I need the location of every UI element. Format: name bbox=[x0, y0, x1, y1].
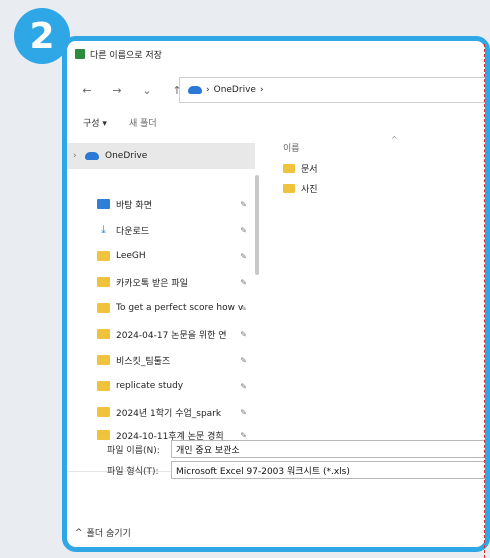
pin-icon: ✎ bbox=[240, 329, 247, 339]
file-row[interactable]: 문서 bbox=[283, 159, 318, 177]
file-name: 문서 bbox=[301, 164, 318, 175]
sidebar-scrollbar[interactable] bbox=[255, 175, 259, 275]
pin-icon: ✎ bbox=[240, 381, 247, 391]
sidebar-item-label: 비스킷_팀툴즈 bbox=[116, 356, 171, 367]
sidebar-item-replicate-study[interactable]: replicate study ✎ bbox=[67, 373, 255, 399]
hide-folders-label: 폴더 숨기기 bbox=[86, 529, 131, 539]
column-header-name[interactable]: 이름 bbox=[283, 141, 300, 154]
sidebar-item-onedrive[interactable]: › OneDrive bbox=[67, 143, 255, 169]
onedrive-cloud-icon bbox=[85, 152, 99, 160]
sidebar-item-biscuit[interactable]: 비스킷_팀툴즈 ✎ bbox=[67, 347, 255, 373]
sidebar-item-leegh[interactable]: LeeGH ✎ bbox=[67, 243, 255, 269]
title-bar: 다른 이름으로 저장 bbox=[67, 41, 485, 67]
chevron-up-icon: ^ bbox=[75, 527, 83, 538]
address-chevron-icon[interactable]: › bbox=[260, 85, 264, 95]
folder-icon bbox=[97, 277, 110, 287]
window-title: 다른 이름으로 저장 bbox=[90, 50, 162, 61]
pin-icon: ✎ bbox=[240, 407, 247, 417]
folder-icon bbox=[97, 355, 110, 365]
file-row[interactable]: 사진 bbox=[283, 179, 318, 197]
filename-input[interactable]: 개인 중요 보관소 bbox=[171, 440, 485, 458]
desktop-icon bbox=[97, 199, 110, 209]
organize-button[interactable]: 구성 ▾ bbox=[83, 116, 107, 129]
filename-label: 파일 이름(N): bbox=[107, 445, 160, 456]
address-separator: › bbox=[206, 85, 210, 95]
folder-icon bbox=[97, 251, 110, 261]
back-button[interactable]: ← bbox=[81, 84, 93, 97]
sidebar-item-label: 2024년 1학기 수업_spark bbox=[116, 408, 222, 419]
filetype-row: 파일 형식(T): Microsoft Excel 97-2003 워크시트 (… bbox=[107, 461, 485, 479]
new-folder-button[interactable]: 새 폴더 bbox=[129, 116, 157, 129]
excel-app-icon bbox=[75, 49, 85, 59]
pin-icon: ✎ bbox=[240, 355, 247, 365]
onedrive-cloud-icon bbox=[188, 86, 202, 94]
folder-icon bbox=[97, 381, 110, 391]
save-as-dialog: 다른 이름으로 저장 ← → ⌄ ↑ › OneDrive › 구성 ▾ 새 폴… bbox=[62, 36, 490, 552]
address-location[interactable]: OneDrive bbox=[214, 85, 256, 95]
folder-icon bbox=[283, 183, 295, 193]
sidebar-item-paper-research[interactable]: 2024-04-17 논문을 위한 연 ✎ bbox=[67, 321, 255, 347]
sidebar-item-label: 바탕 화면 bbox=[116, 200, 152, 211]
sidebar-item-label: OneDrive bbox=[105, 151, 148, 161]
sidebar-item-downloads[interactable]: ⤓ 다운로드 ✎ bbox=[67, 217, 255, 243]
pin-icon: ✎ bbox=[240, 251, 247, 261]
pin-icon: ✎ bbox=[240, 303, 247, 313]
recent-locations-button[interactable]: ⌄ bbox=[141, 84, 153, 97]
sidebar-item-label: LeeGH bbox=[116, 251, 146, 261]
folder-icon bbox=[97, 329, 110, 339]
sidebar-item-label: replicate study bbox=[116, 381, 184, 391]
sidebar-item-label: 다운로드 bbox=[116, 226, 150, 237]
folder-icon bbox=[97, 303, 110, 313]
pin-icon: ✎ bbox=[240, 225, 247, 235]
pin-icon: ✎ bbox=[240, 277, 247, 287]
forward-button[interactable]: → bbox=[111, 84, 123, 97]
sort-caret-icon: ^ bbox=[391, 135, 398, 144]
sidebar-item-label: 카카오톡 받은 파일 bbox=[116, 278, 188, 289]
sidebar-item-perfect-score[interactable]: To get a perfect score how v ✎ bbox=[67, 295, 255, 321]
filetype-label: 파일 형식(T): bbox=[107, 466, 159, 477]
sidebar-item-desktop[interactable]: 바탕 화면 ✎ bbox=[67, 191, 255, 217]
sidebar-item-label: 2024-04-17 논문을 위한 연 bbox=[116, 330, 227, 341]
navigation-pane: › OneDrive 바탕 화면 ✎ ⤓ 다운로드 ✎ LeeGH ✎ 카카오톡… bbox=[67, 133, 255, 471]
pin-icon: ✎ bbox=[240, 430, 247, 440]
folder-icon bbox=[97, 430, 110, 440]
sidebar-item-spark[interactable]: 2024년 1학기 수업_spark ✎ bbox=[67, 399, 255, 425]
folder-icon bbox=[97, 407, 110, 417]
expand-chevron-icon[interactable]: › bbox=[73, 151, 77, 161]
step-number-badge: 2 bbox=[14, 8, 70, 64]
filetype-select[interactable]: Microsoft Excel 97-2003 워크시트 (*.xls) bbox=[171, 461, 485, 479]
address-bar[interactable]: › OneDrive › bbox=[179, 77, 485, 103]
filename-row: 파일 이름(N): 개인 중요 보관소 bbox=[107, 440, 485, 458]
download-icon: ⤓ bbox=[101, 223, 106, 236]
sidebar-item-label: To get a perfect score how v bbox=[116, 303, 244, 313]
file-name: 사진 bbox=[301, 184, 318, 195]
folder-icon bbox=[283, 163, 295, 173]
toolbar: 구성 ▾ 새 폴더 bbox=[67, 111, 485, 133]
file-list: 이름 ^ 문서 사진 bbox=[263, 133, 485, 471]
hide-folders-toggle[interactable]: ^ 폴더 숨기기 bbox=[75, 526, 131, 540]
pin-icon: ✎ bbox=[240, 199, 247, 209]
sidebar-item-kakaotalk[interactable]: 카카오톡 받은 파일 ✎ bbox=[67, 269, 255, 295]
red-dashed-guide-line bbox=[484, 44, 485, 558]
